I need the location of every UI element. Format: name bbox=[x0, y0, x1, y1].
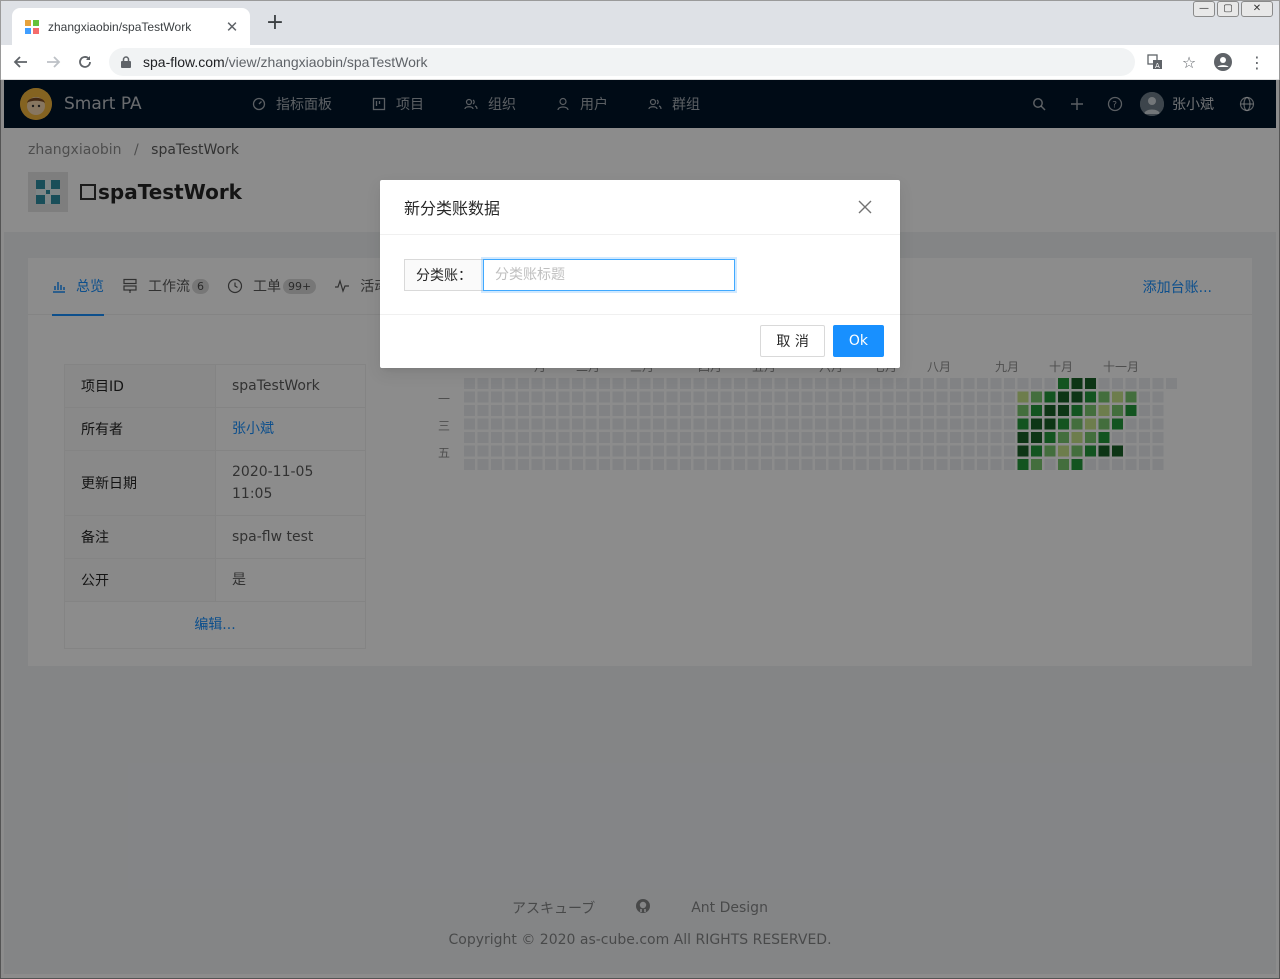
window-controls: — ▢ ✕ bbox=[1193, 1, 1273, 17]
browser-tab[interactable]: zhangxiaobin/spaTestWork ✕ bbox=[12, 8, 250, 45]
back-icon[interactable] bbox=[7, 48, 35, 76]
url-text: spa-flow.com/view/zhangxiaobin/spaTestWo… bbox=[143, 54, 1135, 70]
profile-icon[interactable] bbox=[1213, 52, 1233, 72]
lock-icon bbox=[121, 56, 131, 68]
minimize-icon[interactable]: — bbox=[1193, 1, 1215, 17]
reload-icon[interactable] bbox=[71, 48, 99, 76]
translate-icon[interactable]: A bbox=[1145, 52, 1165, 72]
ok-button[interactable]: Ok bbox=[832, 325, 884, 357]
close-tab-icon[interactable]: ✕ bbox=[224, 18, 240, 36]
url-path: /view/zhangxiaobin/spaTestWork bbox=[224, 54, 428, 70]
forward-icon[interactable] bbox=[39, 48, 67, 76]
close-icon[interactable] bbox=[854, 196, 876, 218]
modal-header: 新分类账数据 bbox=[380, 180, 900, 235]
url-host: spa-flow.com bbox=[143, 54, 225, 70]
window-close-icon[interactable]: ✕ bbox=[1241, 1, 1273, 17]
bookmark-star-icon[interactable]: ☆ bbox=[1179, 52, 1199, 72]
modal-footer: 取 消 Ok bbox=[380, 315, 900, 367]
address-bar[interactable]: spa-flow.com/view/zhangxiaobin/spaTestWo… bbox=[109, 48, 1135, 76]
new-tab-icon[interactable]: + bbox=[263, 12, 287, 36]
maximize-icon[interactable]: ▢ bbox=[1217, 1, 1239, 17]
ledger-field-label: 分类账： bbox=[404, 258, 483, 291]
cancel-button[interactable]: 取 消 bbox=[760, 325, 825, 357]
tab-title: zhangxiaobin/spaTestWork bbox=[48, 19, 192, 34]
tab-strip: zhangxiaobin/spaTestWork ✕ + — ▢ ✕ bbox=[1, 1, 1279, 45]
modal-body: 分类账： bbox=[380, 235, 900, 315]
svg-text:A: A bbox=[1155, 62, 1160, 70]
more-menu-icon[interactable]: ⋮ bbox=[1247, 52, 1267, 72]
browser-toolbar: spa-flow.com/view/zhangxiaobin/spaTestWo… bbox=[1, 45, 1279, 80]
favicon-icon bbox=[25, 19, 39, 34]
ledger-title-input[interactable] bbox=[483, 258, 735, 291]
modal-title: 新分类账数据 bbox=[404, 199, 501, 218]
new-ledger-modal: 新分类账数据 分类账： 取 消 Ok bbox=[380, 180, 900, 368]
